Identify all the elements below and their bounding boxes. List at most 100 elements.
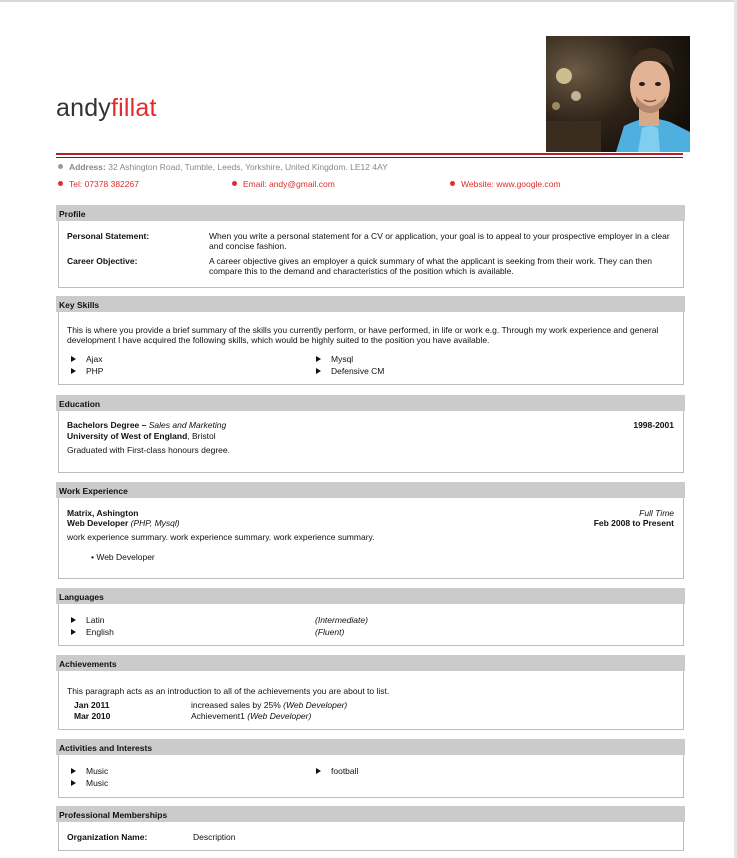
languages-box: Latin (Intermediate) English (Fluent) — [58, 604, 684, 646]
personal-statement-label: Personal Statement: — [67, 231, 150, 241]
triangle-bullet-icon — [71, 356, 76, 362]
work-dates: Feb 2008 to Present — [593, 518, 674, 528]
activities-section: Activities and Interests Music football … — [56, 739, 685, 798]
career-objective-text: A career objective gives an employer a q… — [209, 256, 653, 276]
phone-line: Tel: 07378 382267 — [58, 179, 139, 189]
header-rule-dark — [56, 157, 683, 158]
profile-section: Profile Personal Statement: When you wri… — [56, 205, 685, 288]
triangle-bullet-icon — [71, 629, 76, 635]
top-border — [0, 0, 737, 2]
skill-label: Defensive CM — [331, 366, 385, 376]
achievement-role: (Web Developer) — [247, 711, 312, 721]
skill-item: PHP — [71, 366, 103, 376]
triangle-bullet-icon — [316, 768, 321, 774]
achievement-desc: increased sales by 25% — [191, 700, 284, 710]
skill-label: PHP — [86, 366, 104, 376]
language-name: English — [86, 627, 114, 637]
work-summary: work experience summary. work experience… — [67, 532, 375, 542]
achievements-intro: This paragraph acts as an introduction t… — [67, 686, 390, 696]
skills-section: Key Skills This is where you provide a b… — [56, 296, 685, 385]
address-label: Address: — [69, 162, 106, 172]
language-item: English — [71, 627, 114, 637]
first-name: andy — [56, 94, 112, 122]
work-tech: (PHP, Mysql) — [128, 518, 180, 528]
career-objective-label: Career Objective: — [67, 256, 138, 266]
achievement-text: Achievement1 (Web Developer) — [191, 711, 311, 721]
work-role: Web Developer — [67, 518, 129, 528]
work-role-line: Web Developer (PHP, Mysql) — [67, 518, 180, 528]
work-box: Matrix, Ashington Full Time Web Develope… — [58, 498, 684, 579]
achievement-date: Jan 2011 — [74, 700, 110, 710]
work-section: Work Experience Matrix, Ashington Full T… — [56, 482, 685, 579]
triangle-bullet-icon — [71, 768, 76, 774]
address-line: Address: 32 Ashington Road, Tumble, Leed… — [58, 162, 388, 172]
degree-name: Bachelors Degree – — [67, 420, 149, 430]
degree-line: Bachelors Degree – Sales and Marketing — [67, 420, 226, 430]
university-name: University of West of England — [67, 431, 188, 441]
education-years: 1998-2001 — [633, 420, 674, 430]
profile-heading: Profile — [56, 205, 685, 221]
organization-value: Description — [193, 832, 236, 842]
website-text[interactable]: Website: www.google.com — [461, 179, 561, 189]
memberships-heading: Professional Memberships — [56, 806, 685, 822]
triangle-bullet-icon — [71, 368, 76, 374]
education-section: Education Bachelors Degree – Sales and M… — [56, 395, 685, 473]
education-box: Bachelors Degree – Sales and Marketing 1… — [58, 411, 684, 473]
skill-item: Mysql — [316, 354, 353, 364]
bullet-dot-icon — [58, 164, 63, 169]
triangle-bullet-icon — [71, 617, 76, 623]
language-level: (Fluent) — [315, 627, 345, 637]
language-name: Latin — [86, 615, 105, 625]
university-line: University of West of England, Bristol — [67, 431, 216, 441]
triangle-bullet-icon — [316, 356, 321, 362]
bullet-dot-icon — [58, 181, 63, 186]
profile-box: Personal Statement: When you write a per… — [58, 221, 684, 288]
triangle-bullet-icon — [316, 368, 321, 374]
skills-heading: Key Skills — [56, 296, 685, 312]
achievements-box: This paragraph acts as an introduction t… — [58, 671, 684, 730]
languages-heading: Languages — [56, 588, 685, 604]
activity-label: Music — [86, 778, 109, 788]
achievement-desc: Achievement1 — [191, 711, 248, 721]
activities-box: Music football Music — [58, 755, 684, 798]
education-note: Graduated with First-class honours degre… — [67, 445, 230, 455]
achievements-section: Achievements This paragraph acts as an i… — [56, 655, 685, 730]
activity-label: Music — [86, 766, 109, 776]
profile-photo-image — [546, 36, 690, 152]
work-heading: Work Experience — [56, 482, 685, 498]
bullet-dot-icon — [232, 181, 237, 186]
activity-item: Music — [71, 766, 108, 776]
memberships-section: Professional Memberships Organization Na… — [56, 806, 685, 851]
achievements-heading: Achievements — [56, 655, 685, 671]
skill-label: Mysql — [331, 354, 354, 364]
language-item: Latin — [71, 615, 104, 625]
work-type: Full Time — [639, 508, 674, 518]
personal-statement-text: When you write a personal statement for … — [209, 231, 670, 251]
organization-label: Organization Name: — [67, 832, 148, 842]
achievement-date: Mar 2010 — [74, 711, 111, 721]
education-heading: Education — [56, 395, 685, 411]
university-city: , Bristol — [187, 431, 216, 441]
email-line[interactable]: Email: andy@gmail.com — [232, 179, 335, 189]
skill-item: Ajax — [71, 354, 103, 364]
address-value: 32 Ashington Road, Tumble, Leeds, Yorksh… — [108, 162, 388, 172]
skill-item: Defensive CM — [316, 366, 384, 376]
email-text[interactable]: Email: andy@gmail.com — [243, 179, 335, 189]
degree-subject: Sales and Marketing — [148, 420, 227, 430]
activity-label: football — [331, 766, 359, 776]
languages-section: Languages Latin (Intermediate) English (… — [56, 588, 685, 646]
memberships-box: Organization Name: Description — [58, 822, 684, 851]
last-name: fillat — [111, 94, 157, 122]
achievement-role: (Web Developer) — [283, 700, 348, 710]
activities-heading: Activities and Interests — [56, 739, 685, 755]
work-company: Matrix, Ashington — [67, 508, 139, 518]
bullet-dot-icon — [450, 181, 455, 186]
candidate-name: andyfillat — [56, 94, 157, 123]
achievement-text: increased sales by 25% (Web Developer) — [191, 700, 347, 710]
header-rule-red — [56, 153, 683, 155]
website-line[interactable]: Website: www.google.com — [450, 179, 561, 189]
skills-intro: This is where you provide a brief summar… — [67, 325, 659, 345]
phone-text: Tel: 07378 382267 — [69, 179, 139, 189]
activity-item: football — [316, 766, 358, 776]
work-bullet: • Web Developer — [91, 552, 155, 562]
